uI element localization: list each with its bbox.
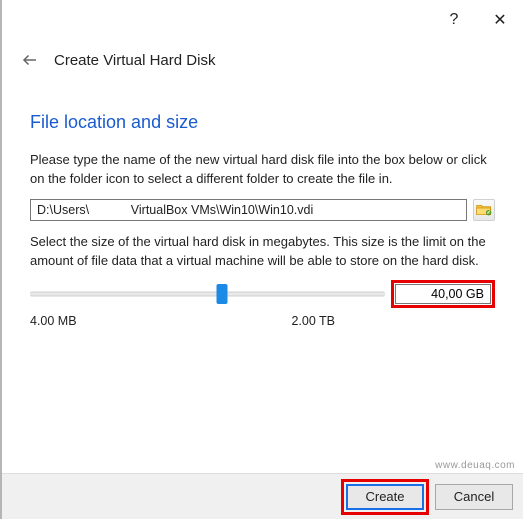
path-row xyxy=(30,199,495,221)
folder-icon xyxy=(476,203,492,217)
size-slider[interactable] xyxy=(30,282,385,306)
close-button[interactable]: ✕ xyxy=(477,0,523,40)
slider-thumb[interactable] xyxy=(216,284,227,304)
content: File location and size Please type the n… xyxy=(2,82,523,328)
header: Create Virtual Hard Disk xyxy=(2,40,523,82)
slider-max-label: 2.00 TB xyxy=(291,314,335,328)
create-button[interactable]: Create xyxy=(346,484,424,510)
page-title: Create Virtual Hard Disk xyxy=(54,52,215,69)
slider-min-label: 4.00 MB xyxy=(30,314,77,328)
titlebar: ? ✕ xyxy=(2,0,523,40)
create-highlight: Create xyxy=(341,479,429,515)
path-help-text: Please type the name of the new virtual … xyxy=(30,151,495,189)
footer: Create Cancel xyxy=(2,473,523,519)
slider-labels: 4.00 MB 2.00 TB xyxy=(30,314,495,328)
browse-folder-button[interactable] xyxy=(473,199,495,221)
section-title: File location and size xyxy=(30,112,495,133)
slider-area xyxy=(30,280,495,308)
help-button[interactable]: ? xyxy=(431,0,477,40)
size-help-text: Select the size of the virtual hard disk… xyxy=(30,233,495,271)
size-input[interactable] xyxy=(395,284,491,304)
slider-track xyxy=(30,292,385,297)
cancel-button[interactable]: Cancel xyxy=(435,484,513,510)
size-box-highlight xyxy=(391,280,495,308)
file-path-input[interactable] xyxy=(30,199,467,221)
watermark: www.deuaq.com xyxy=(435,460,515,471)
back-arrow-icon[interactable] xyxy=(18,48,42,72)
